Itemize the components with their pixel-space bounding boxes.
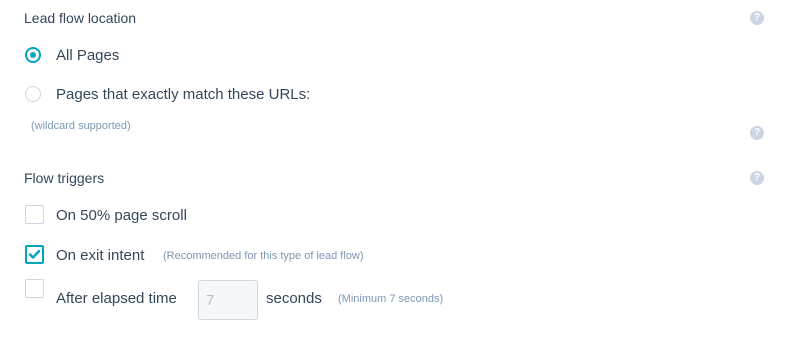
checkmark-icon xyxy=(28,249,41,259)
elapsed-seconds-input[interactable] xyxy=(198,280,258,320)
radio-matching-urls[interactable]: Pages that exactly match these URLs: xyxy=(25,86,385,106)
seconds-label: seconds xyxy=(266,290,322,307)
checkbox-unchecked-icon[interactable] xyxy=(25,205,44,224)
radio-dot-icon xyxy=(30,52,36,58)
elapsed-time-label: After elapsed time xyxy=(56,290,177,307)
radio-label-matching-urls: Pages that exactly match these URLs: xyxy=(56,86,311,103)
lead-flow-location-title: Lead flow location xyxy=(24,10,137,26)
checkbox-page-scroll[interactable]: On 50% page scroll xyxy=(25,205,325,227)
flow-triggers-title: Flow triggers xyxy=(24,170,105,186)
wildcard-hint: (wildcard supported) xyxy=(31,120,131,132)
checkbox-elapsed-time[interactable]: After elapsed time seconds (Minimum 7 se… xyxy=(25,279,485,321)
checkbox-exit-intent[interactable]: On exit intent (Recommended for this typ… xyxy=(25,245,445,267)
question-icon[interactable]: ? xyxy=(750,126,764,140)
exit-intent-hint: (Recommended for this type of lead flow) xyxy=(163,250,364,262)
exit-intent-label: On exit intent xyxy=(56,247,145,264)
question-icon[interactable]: ? xyxy=(750,11,764,25)
radio-label-all-pages: All Pages xyxy=(56,47,120,64)
radio-selected-icon[interactable] xyxy=(25,47,41,63)
page-scroll-label: On 50% page scroll xyxy=(56,207,187,224)
question-icon[interactable]: ? xyxy=(750,171,764,185)
minimum-seconds-hint: (Minimum 7 seconds) xyxy=(338,293,444,305)
checkbox-unchecked-icon[interactable] xyxy=(25,279,44,298)
radio-unselected-icon[interactable] xyxy=(25,86,41,102)
radio-all-pages[interactable]: All Pages xyxy=(25,47,325,67)
checkbox-checked-icon[interactable] xyxy=(25,245,44,264)
